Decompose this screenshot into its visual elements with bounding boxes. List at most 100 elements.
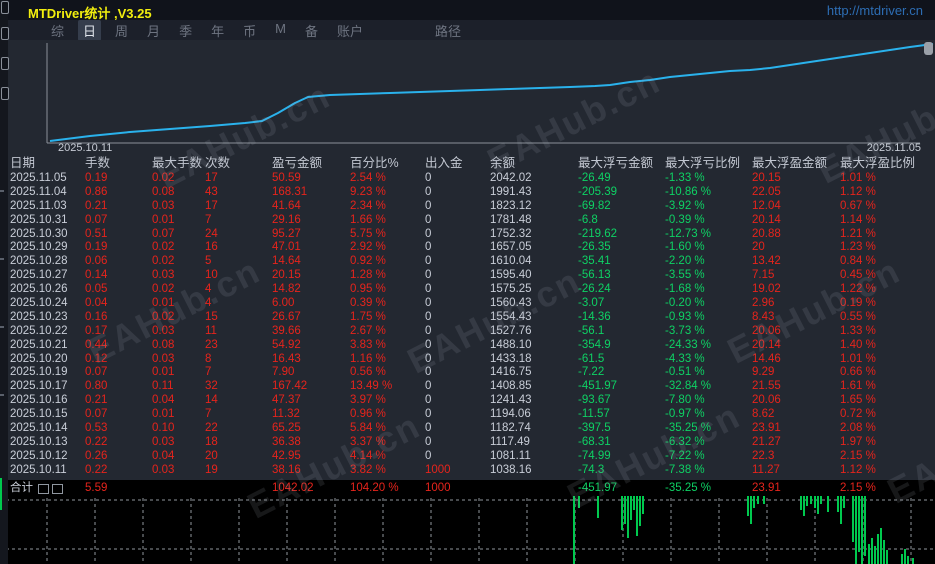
cell: -10.86 % bbox=[665, 185, 712, 198]
cell: 1.75 % bbox=[350, 310, 386, 323]
cell: 5.75 % bbox=[350, 227, 386, 240]
cell: 2025.11.05 bbox=[10, 172, 67, 184]
cell: 2025.10.28 bbox=[10, 255, 68, 268]
histogram-panel[interactable] bbox=[0, 484, 935, 564]
cell: 3.97 % bbox=[350, 394, 386, 407]
cell: -3.07 bbox=[578, 297, 605, 310]
table-row: 2025.10.21 0.44 0.08 23 54.92 3.83 % 0 1488.10 -… bbox=[0, 339, 935, 353]
cell: 0.04 bbox=[152, 394, 175, 407]
cell: 20.14 bbox=[752, 213, 781, 226]
menu-item-季[interactable]: 季 bbox=[174, 20, 197, 41]
cell: 24 bbox=[205, 227, 218, 240]
cell: 0.05 bbox=[85, 283, 108, 296]
cell: 0 bbox=[425, 185, 432, 198]
menu-item-备[interactable]: 备 bbox=[300, 20, 323, 41]
menu-item-日[interactable]: 日 bbox=[78, 19, 102, 41]
cell: 0.21 bbox=[85, 394, 108, 407]
menu-item-年[interactable]: 年 bbox=[206, 20, 229, 41]
cell: 0.92 % bbox=[350, 255, 386, 268]
minimized-window-icon[interactable] bbox=[38, 484, 49, 494]
column-header: 最大浮盈比例 bbox=[840, 156, 916, 170]
cell: 1433.18 bbox=[490, 352, 532, 365]
cell: -7.22 bbox=[578, 366, 605, 379]
cell: 5 bbox=[205, 255, 212, 268]
menu-item-综[interactable]: 综 bbox=[46, 20, 69, 41]
chart-scroll-thumb[interactable] bbox=[924, 42, 933, 55]
cell: 2025.10.23 bbox=[10, 310, 68, 323]
cell: 1408.85 bbox=[490, 380, 532, 393]
cell: 0.03 bbox=[152, 435, 175, 448]
cell: 3.82 % bbox=[350, 463, 386, 476]
object-handle-icon[interactable] bbox=[1, 87, 9, 100]
table-row: 2025.10.26 0.05 0.02 4 14.82 0.95 % 0 1575.25 -2… bbox=[0, 283, 935, 297]
object-handle-icon[interactable] bbox=[1, 27, 9, 40]
cell: 17 bbox=[205, 172, 218, 184]
cell: 1.14 % bbox=[840, 213, 876, 226]
cell: 2025.10.27 bbox=[10, 269, 68, 282]
menu-bar: 综日周月季年币 M 备账户 路径 bbox=[0, 19, 935, 41]
cell: -3.55 % bbox=[665, 269, 705, 282]
menu-item-月[interactable]: 月 bbox=[142, 20, 165, 41]
menu-item-M[interactable]: M bbox=[270, 20, 291, 41]
cell: 0 bbox=[425, 380, 432, 393]
menu-item-周[interactable]: 周 bbox=[110, 20, 133, 41]
cell: 1527.76 bbox=[490, 324, 532, 337]
cell: 47.37 bbox=[272, 394, 301, 407]
cell: 1.21 % bbox=[840, 227, 876, 240]
cell: 0.16 bbox=[85, 310, 108, 323]
cell: 42.95 bbox=[272, 449, 301, 462]
cell: 0.96 % bbox=[350, 408, 386, 421]
object-handle-icon[interactable] bbox=[1, 57, 9, 70]
table-row: 2025.10.31 0.07 0.01 7 29.16 1.66 % 0 1781.48 -6… bbox=[0, 214, 935, 228]
cell: -7.22 % bbox=[665, 449, 705, 462]
cell: 5.59 bbox=[85, 482, 108, 494]
cell: -3.92 % bbox=[665, 199, 705, 212]
cell: -0.20 % bbox=[665, 297, 705, 310]
cell: 0 bbox=[425, 352, 432, 365]
cell: 0 bbox=[425, 283, 432, 296]
cell: 0 bbox=[425, 227, 432, 240]
table-row: 2025.10.27 0.14 0.03 10 20.15 1.28 % 0 1595.40 -… bbox=[0, 269, 935, 283]
cell: 2025.11.04 bbox=[10, 185, 67, 198]
table-row: 2025.11.05 0.19 0.02 17 50.59 2.54 % 0 2042.02 -… bbox=[0, 172, 935, 186]
equity-chart-panel[interactable]: 2025.10.11 2025.11.05 bbox=[0, 40, 935, 155]
cell bbox=[205, 480, 272, 496]
cell: 0 bbox=[425, 422, 432, 435]
table-row: 2025.10.29 0.19 0.02 16 47.01 2.92 % 0 1657.05 -… bbox=[0, 241, 935, 255]
cell: 1657.05 bbox=[490, 241, 532, 254]
cell: 50.59 bbox=[272, 172, 301, 184]
cell: -205.39 bbox=[578, 185, 618, 198]
cell: 20.06 bbox=[752, 324, 781, 337]
cell: 0 bbox=[425, 241, 432, 254]
cell: 0.11 bbox=[152, 380, 174, 393]
cell: 1991.43 bbox=[490, 185, 532, 198]
cell: 0.12 bbox=[85, 352, 108, 365]
website-link[interactable]: http://mtdriver.cn bbox=[827, 3, 923, 18]
cell: 0.06 bbox=[85, 255, 108, 268]
menu-item-账户[interactable]: 账户 bbox=[332, 20, 368, 41]
cell: 8.43 bbox=[752, 310, 775, 323]
column-header: 最大浮亏金额 bbox=[578, 156, 654, 170]
cell: -32.84 % bbox=[665, 380, 712, 393]
table-row: 2025.10.15 0.07 0.01 7 11.32 0.96 % 0 1194.06 -1… bbox=[0, 408, 935, 422]
cell: 2025.10.13 bbox=[10, 435, 68, 448]
cell: 1.65 % bbox=[840, 394, 876, 407]
equity-line-chart bbox=[46, 43, 934, 144]
cell: 3.83 % bbox=[350, 338, 386, 351]
object-handle-icon[interactable] bbox=[1, 1, 9, 14]
cell: 0.26 bbox=[85, 449, 108, 462]
minimized-window-icon[interactable] bbox=[52, 484, 63, 494]
cell: 4 bbox=[205, 297, 212, 310]
cell: 0 bbox=[425, 408, 432, 421]
cell: 1000 bbox=[425, 482, 451, 494]
cell: 1.97 % bbox=[840, 435, 876, 448]
menu-path-button[interactable]: 路径 bbox=[435, 21, 461, 40]
menu-item-币[interactable]: 币 bbox=[238, 20, 261, 41]
cell: 0.03 bbox=[152, 352, 175, 365]
cell: 2025.10.11 bbox=[10, 463, 67, 476]
cell: 0.53 bbox=[85, 422, 108, 435]
cell: 0.01 bbox=[152, 297, 175, 310]
cell: -14.36 bbox=[578, 310, 611, 323]
cell: 0.04 bbox=[85, 297, 108, 310]
cell: 4.14 % bbox=[350, 449, 386, 462]
